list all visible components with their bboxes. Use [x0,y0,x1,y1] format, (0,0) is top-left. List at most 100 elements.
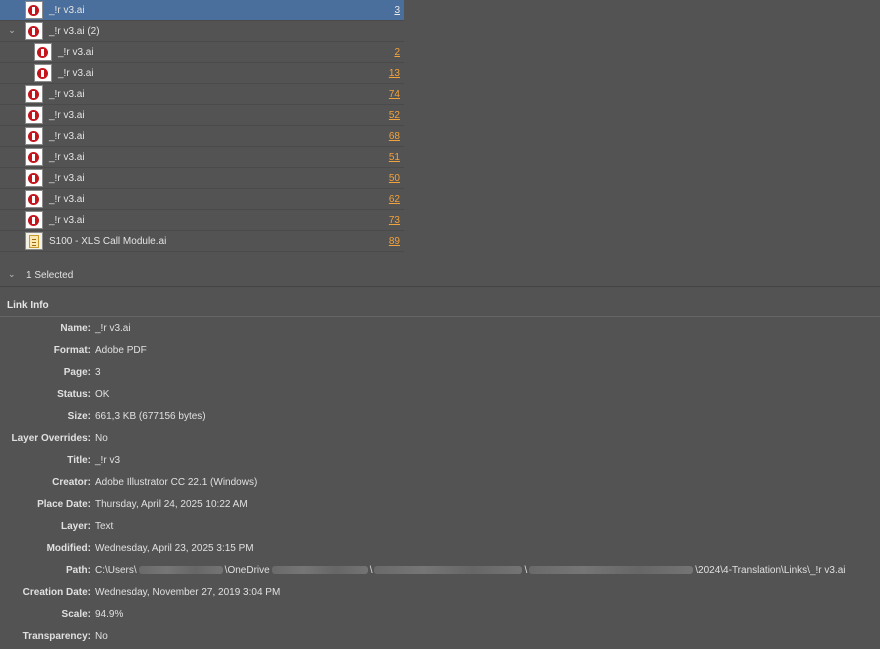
info-value: Text [95,521,114,532]
link-row[interactable]: _!r v3.ai 73 [0,210,404,231]
pdf-thumbnail-icon [34,64,52,82]
link-row[interactable]: ⌄ _!r v3.ai (2) [0,21,404,42]
page-link[interactable]: 51 [389,152,400,163]
info-row: Layer: Text [0,515,880,537]
pdf-thumbnail-icon [25,85,43,103]
ai-thumbnail-icon [25,232,43,250]
info-row: Layer Overrides: No [0,427,880,449]
info-row: Modified: Wednesday, April 23, 2025 3:15 … [0,537,880,559]
redacted-segment [529,566,694,575]
page-link[interactable]: 73 [389,215,400,226]
link-name: _!r v3.ai [49,89,85,100]
link-info-header: Link Info [0,296,880,317]
link-row[interactable]: _!r v3.ai 52 [0,105,404,126]
page-link[interactable]: 62 [389,194,400,205]
link-row[interactable]: _!r v3.ai 62 [0,189,404,210]
link-name: _!r v3.ai [49,215,85,226]
path-value: C:\Users\ \OneDrive \ \ \2024\4-Translation\… [95,565,846,576]
info-key: Modified: [46,543,91,554]
info-row: Status: OK [0,383,880,405]
info-value: _!r v3.ai [95,323,131,334]
info-value: No [95,631,108,642]
info-key: Layer Overrides: [11,433,92,444]
info-row: Size: 661,3 KB (677156 bytes) [0,405,880,427]
redacted-segment [271,566,368,575]
pdf-thumbnail-icon [25,1,43,19]
selection-summary[interactable]: ⌄ 1 Selected [0,264,880,287]
pdf-thumbnail-icon [25,127,43,145]
page-link[interactable]: 13 [389,68,400,79]
link-row[interactable]: _!r v3.ai 68 [0,126,404,147]
link-name: _!r v3.ai [58,68,94,79]
info-value: 94.9% [95,609,124,620]
info-key: Name: [60,323,91,334]
redacted-segment [138,566,223,575]
page-link[interactable]: 50 [389,173,400,184]
info-row: Name: _!r v3.ai [0,317,880,339]
link-info-title: Link Info [7,300,49,311]
info-key: Scale: [61,609,91,620]
pdf-thumbnail-icon [25,148,43,166]
info-row: Transparency: No [0,625,880,647]
link-name: S100 - XLS Call Module.ai [49,236,167,247]
info-key: Place Date: [37,499,91,510]
pdf-thumbnail-icon [25,190,43,208]
link-name: _!r v3.ai [49,5,85,16]
path-part: \2024\4-Translation\Links\_!r v3.ai [695,565,846,576]
pdf-thumbnail-icon [25,211,43,229]
page-link[interactable]: 3 [394,5,400,16]
path-part: C:\Users\ [95,565,137,576]
link-name: _!r v3.ai [49,152,85,163]
page-link[interactable]: 89 [389,236,400,247]
chevron-down-icon[interactable]: ⌄ [8,269,16,280]
page-link[interactable]: 52 [389,110,400,121]
page-link[interactable]: 68 [389,131,400,142]
info-row: Format: Adobe PDF [0,339,880,361]
info-row: Place Date: Thursday, April 24, 2025 10:2… [0,493,880,515]
info-key: Creation Date: [22,587,91,598]
links-list: _!r v3.ai 3 ⌄ _!r v3.ai (2) _!r v3.ai 2 _!r v3… [0,0,404,252]
link-row[interactable]: _!r v3.ai 50 [0,168,404,189]
info-value: Wednesday, November 27, 2019 3:04 PM [95,587,281,598]
info-value: 661,3 KB (677156 bytes) [95,411,206,422]
info-key: Size: [67,411,91,422]
info-row: Path: C:\Users\ \OneDrive \ \ \2024\4-Transla… [0,559,880,581]
link-name: _!r v3.ai (2) [49,26,100,37]
page-link[interactable]: 74 [389,89,400,100]
info-value: Adobe PDF [95,345,147,356]
info-row: Title: _!r v3 [0,449,880,471]
path-part: \ [369,565,373,576]
info-value: _!r v3 [95,455,121,466]
link-name: _!r v3.ai [58,47,94,58]
page-link[interactable]: 2 [394,47,400,58]
pdf-thumbnail-icon [34,43,52,61]
link-name: _!r v3.ai [49,110,85,121]
link-row[interactable]: _!r v3.ai 13 [0,63,404,84]
info-value: No [95,433,108,444]
info-key: Layer: [60,521,91,532]
info-value: Wednesday, April 23, 2025 3:15 PM [95,543,254,554]
info-value: OK [95,389,110,400]
info-key: Creator: [52,477,91,488]
info-key: Format: [53,345,91,356]
info-row: Creator: Adobe Illustrator CC 22.1 (Windo… [0,471,880,493]
pdf-thumbnail-icon [25,169,43,187]
link-row[interactable]: _!r v3.ai 74 [0,84,404,105]
pdf-thumbnail-icon [25,22,43,40]
link-row[interactable]: _!r v3.ai 3 [0,0,404,21]
info-row: Creation Date: Wednesday, November 27, 20… [0,581,880,603]
selection-count: 1 Selected [26,270,74,281]
link-name: _!r v3.ai [49,194,85,205]
path-part: \ [524,565,528,576]
link-row[interactable]: _!r v3.ai 2 [0,42,404,63]
link-name: _!r v3.ai [49,131,85,142]
redacted-segment [374,566,523,575]
link-row[interactable]: _!r v3.ai 51 [0,147,404,168]
path-part: \OneDrive [224,565,270,576]
link-name: _!r v3.ai [49,173,85,184]
link-row[interactable]: S100 - XLS Call Module.ai 89 [0,231,404,252]
info-row: Page: 3 [0,361,880,383]
info-value: Thursday, April 24, 2025 10:22 AM [95,499,248,510]
chevron-down-icon[interactable]: ⌄ [7,25,17,35]
info-value: 3 [95,367,101,378]
